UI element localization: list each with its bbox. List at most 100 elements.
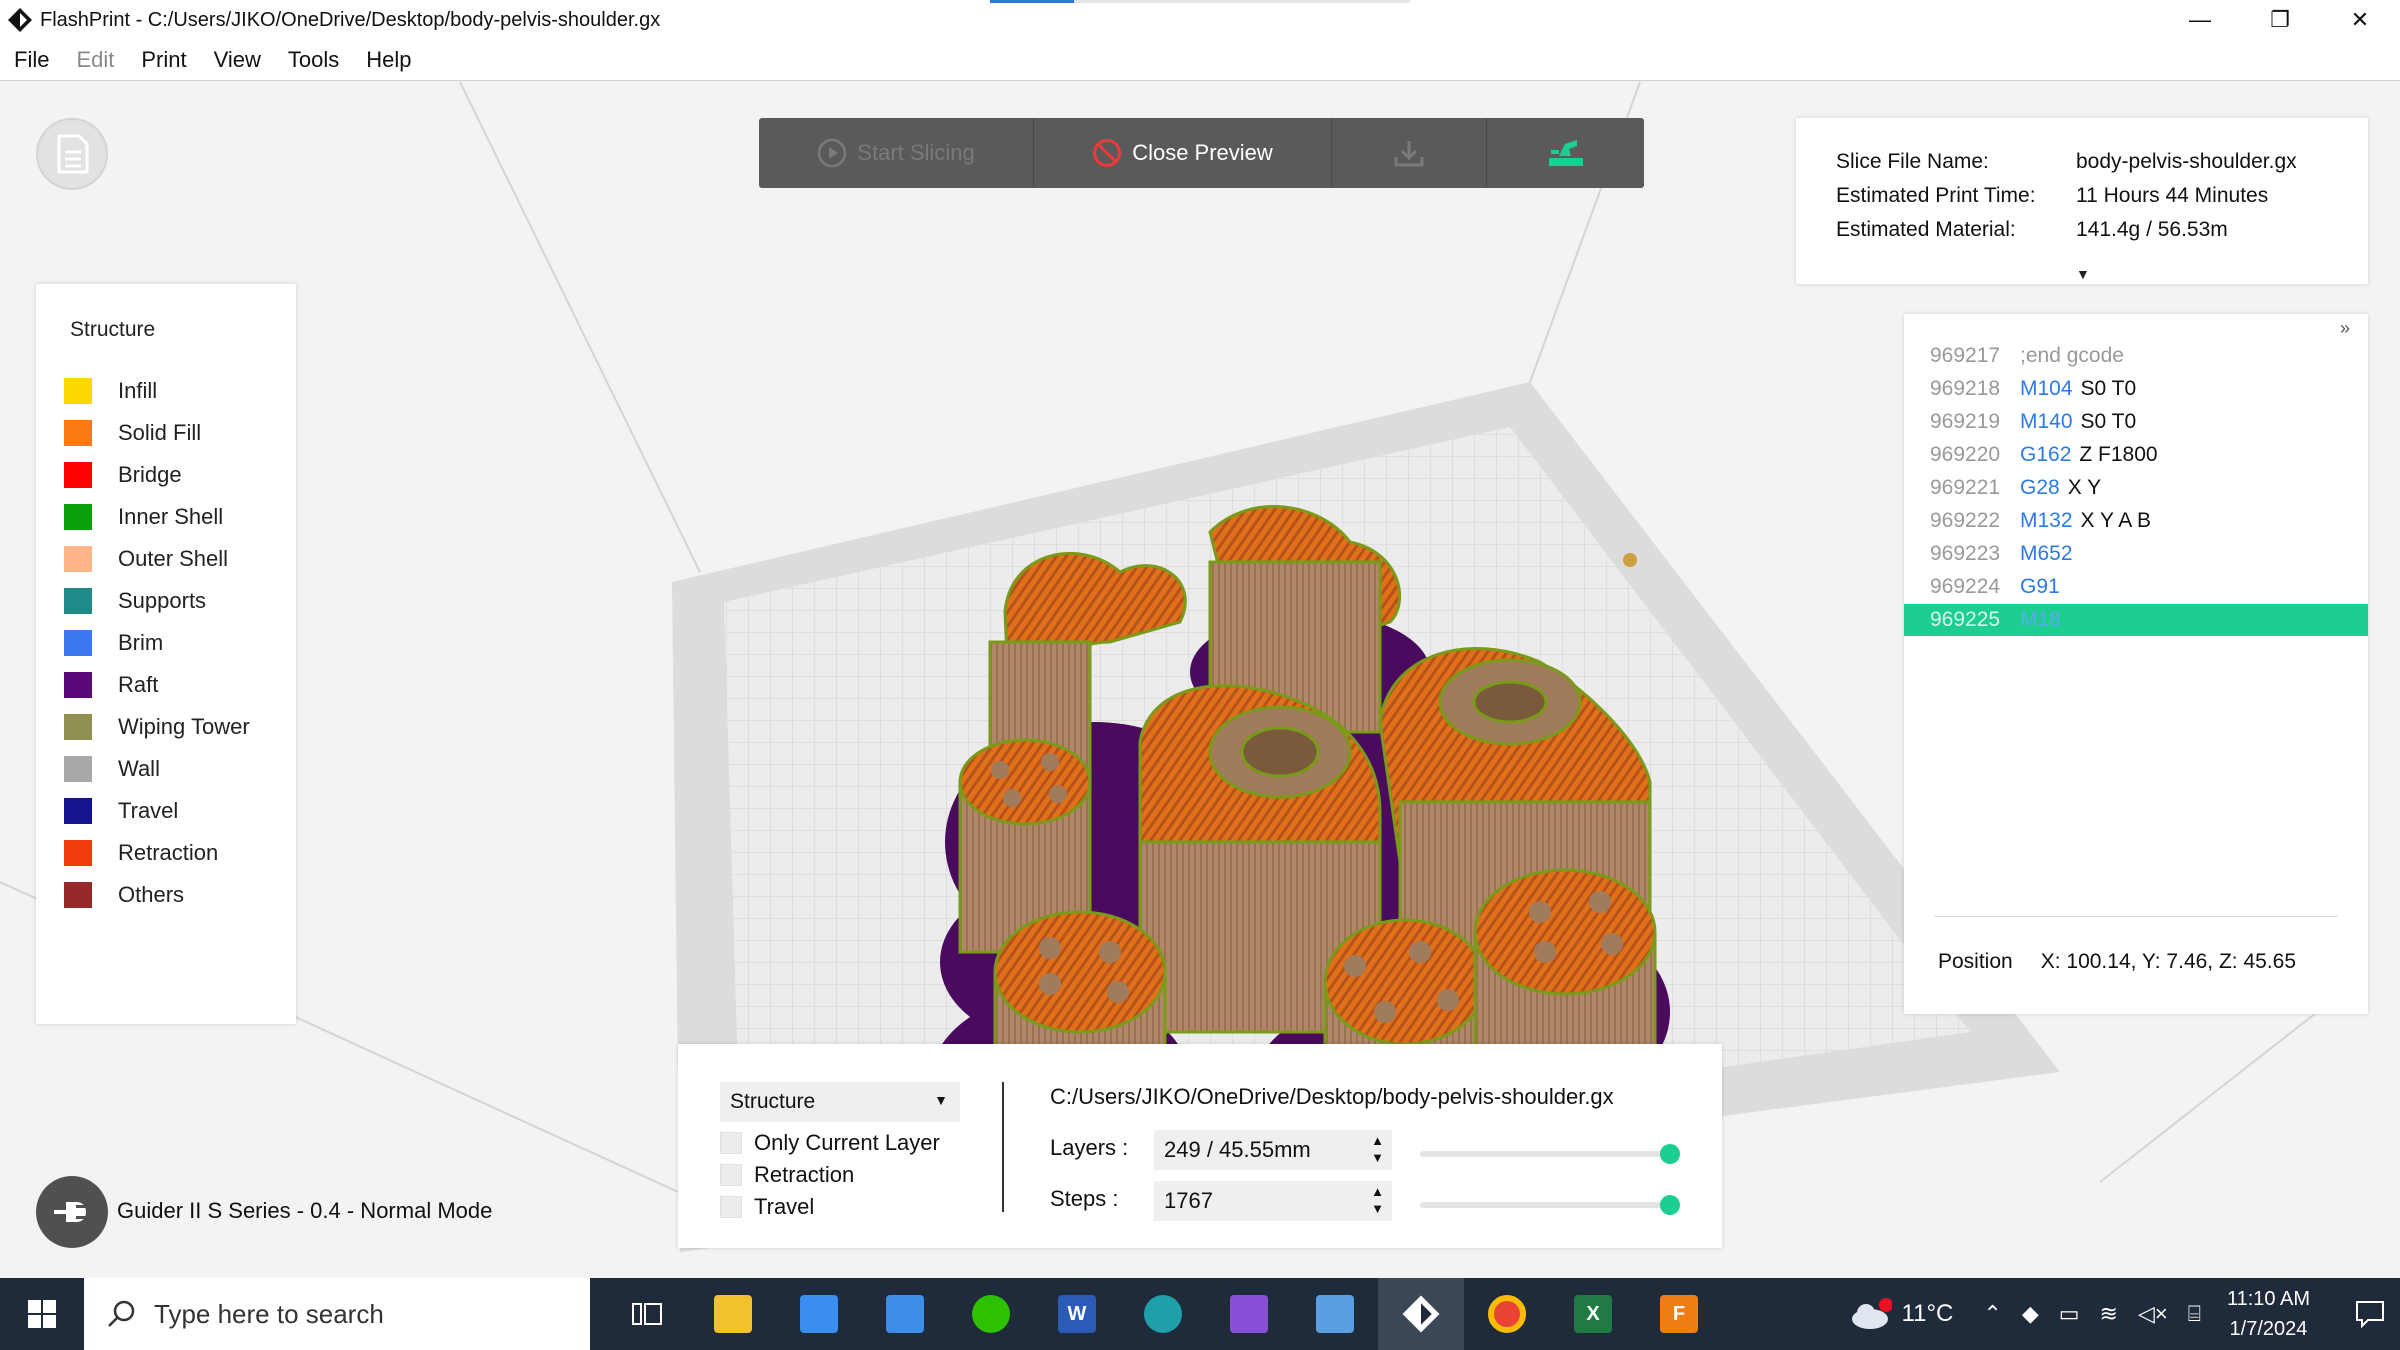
legend-item: Wall [64, 754, 160, 784]
legend-swatch-retraction [64, 840, 92, 866]
gcode-line[interactable]: 969220 G162 Z F1800 [1904, 439, 2368, 471]
legend-swatch-infill [64, 378, 92, 404]
gcode-line-number: 969220 [1930, 443, 2001, 466]
gcode-line-number: 969221 [1930, 476, 2001, 499]
weather-widget[interactable]: 11°C [1848, 1297, 1954, 1331]
checkbox-box[interactable] [720, 1196, 742, 1218]
menu-bar: File Edit Print View Tools Help [0, 40, 2400, 81]
gcode-line-selected[interactable]: 969225 M18 [1904, 604, 2368, 636]
legend-label: Retraction [118, 840, 219, 865]
legend-swatch-bridge [64, 462, 92, 488]
layers-slider[interactable] [1420, 1144, 1680, 1164]
steps-spinbox[interactable]: 1767 ▲ ▼ [1154, 1181, 1392, 1221]
collapse-arrow-icon[interactable]: ▼ [2076, 266, 2090, 282]
gcode-line[interactable]: 969223 M652 [1904, 538, 2368, 570]
input-method-icon[interactable]: ⌸ [2188, 1301, 2201, 1327]
mail-icon[interactable] [862, 1278, 948, 1350]
print-time-row: Estimated Print Time: 11 Hours 44 Minute… [1836, 184, 2268, 208]
print-send-button[interactable] [1487, 118, 1644, 188]
taskbar-search-box[interactable]: Type here to search [84, 1278, 590, 1350]
legend-item: Wiping Tower [64, 712, 250, 742]
travel-checkbox[interactable]: Travel [720, 1192, 814, 1222]
legend-label: Travel [118, 798, 179, 823]
speaker-muted-icon[interactable]: ◁× [2138, 1301, 2168, 1327]
gcode-line[interactable]: 969221 G28 X Y [1904, 472, 2368, 504]
only-current-layer-checkbox[interactable]: Only Current Layer [720, 1128, 940, 1158]
excel-icon[interactable]: X [1550, 1278, 1636, 1350]
flashforge-icon[interactable]: F [1636, 1278, 1722, 1350]
legend-label: Wiping Tower [118, 714, 250, 739]
word-icon[interactable]: W [1034, 1278, 1120, 1350]
start-slicing-button[interactable]: Start Slicing [759, 118, 1034, 188]
gcode-command: G162 [2020, 443, 2072, 466]
gcode-line[interactable]: 969224 G91 [1904, 571, 2368, 603]
close-button[interactable]: ✕ [2320, 0, 2400, 40]
legend-item: Retraction [64, 838, 218, 868]
wechat-icon[interactable] [948, 1278, 1034, 1350]
menu-print[interactable]: Print [141, 47, 186, 73]
steps-slider-thumb[interactable] [1660, 1195, 1680, 1215]
steps-slider[interactable] [1420, 1195, 1680, 1215]
search-placeholder: Type here to search [154, 1298, 384, 1329]
legend-item: Brim [64, 628, 163, 658]
export-button[interactable] [1332, 118, 1487, 188]
slice-file-name-label: Slice File Name: [1836, 150, 1989, 173]
dropdown-caret-icon: ▼ [934, 1092, 948, 1108]
checkbox-box[interactable] [720, 1164, 742, 1186]
clock[interactable]: 11:10 AM 1/7/2024 [2227, 1284, 2310, 1344]
layers-label: Layers : [1050, 1135, 1129, 1160]
gcode-line[interactable]: 969222 M132 X Y A B [1904, 505, 2368, 537]
gcode-command: M18 [2020, 608, 2061, 631]
spin-arrows-icon[interactable]: ▲ ▼ [1371, 1132, 1384, 1166]
close-preview-button[interactable]: Close Preview [1034, 118, 1332, 188]
wifi-icon[interactable]: ≋ [2100, 1301, 2118, 1327]
layers-spinbox[interactable]: 249 / 45.55mm ▲ ▼ [1154, 1130, 1392, 1170]
material-label: Estimated Material: [1836, 218, 2016, 241]
checkbox-box[interactable] [720, 1132, 742, 1154]
clipchamp-icon[interactable] [1206, 1278, 1292, 1350]
legend-label: Inner Shell [118, 504, 224, 529]
gcode-line-number: 969218 [1930, 377, 2001, 400]
menu-view[interactable]: View [214, 47, 261, 73]
flashprint-icon[interactable] [1378, 1278, 1464, 1350]
temperature: 11°C [1901, 1300, 1954, 1327]
menu-tools[interactable]: Tools [288, 47, 339, 73]
battery-icon[interactable]: ▭ [2059, 1301, 2080, 1327]
chrome-icon[interactable] [1464, 1278, 1550, 1350]
legend-swatch-travel [64, 798, 92, 824]
slice-file-name-value: body-pelvis-shoulder.gx [2076, 150, 2297, 173]
menu-help[interactable]: Help [366, 47, 411, 73]
gcode-line[interactable]: 969217 ;end gcode [1904, 340, 2368, 372]
gcode-line[interactable]: 969219 M140 S0 T0 [1904, 406, 2368, 438]
microsoft-store-icon[interactable] [776, 1278, 862, 1350]
edge-icon[interactable] [1120, 1278, 1206, 1350]
legend-label: Wall [118, 756, 160, 781]
gcode-line[interactable]: 969218 M104 S0 T0 [1904, 373, 2368, 405]
printer-connect-button[interactable] [36, 1176, 108, 1248]
steps-label: Steps : [1050, 1186, 1119, 1211]
notification-button[interactable] [2340, 1278, 2400, 1350]
layers-slider-thumb[interactable] [1660, 1144, 1680, 1164]
control-panel-icon[interactable] [1292, 1278, 1378, 1350]
menu-edit[interactable]: Edit [76, 47, 114, 73]
spin-arrows-icon[interactable]: ▲ ▼ [1371, 1183, 1384, 1217]
minimize-button[interactable]: — [2160, 0, 2240, 40]
expand-panel-icon[interactable]: » [2340, 318, 2350, 339]
position-value: X: 100.14, Y: 7.46, Z: 45.65 [2040, 950, 2297, 973]
chevron-up-icon[interactable]: ⌃ [1983, 1301, 2001, 1327]
gcode-command: M652 [2020, 542, 2073, 565]
task-view-icon[interactable] [604, 1278, 690, 1350]
cat-icon[interactable]: ◆ [2022, 1301, 2039, 1327]
legend-swatch-wall [64, 756, 92, 782]
printer-profile-label[interactable]: Guider II S Series - 0.4 - Normal Mode [117, 1198, 492, 1224]
legend-swatch-wiping-tower [64, 714, 92, 740]
menu-file[interactable]: File [14, 47, 49, 73]
start-button[interactable] [0, 1278, 84, 1350]
legend-swatch-supports [64, 588, 92, 614]
view-mode-select[interactable]: Structure ▼ [720, 1082, 960, 1122]
file-explorer-icon[interactable] [690, 1278, 776, 1350]
document-button[interactable] [36, 118, 108, 190]
preview-viewport[interactable]: Start Slicing Close Preview Structure In… [0, 82, 2400, 1278]
restore-button[interactable]: ❐ [2240, 0, 2320, 40]
retraction-checkbox[interactable]: Retraction [720, 1160, 854, 1190]
